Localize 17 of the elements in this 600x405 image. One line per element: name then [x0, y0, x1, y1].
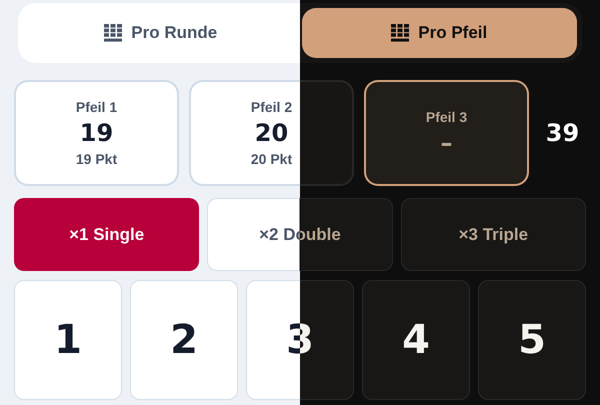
dart-label: Pfeil 1: [76, 99, 118, 115]
number-key[interactable]: 2: [130, 280, 238, 400]
number-key[interactable]: 1: [14, 280, 122, 400]
grid-icon: [391, 24, 410, 42]
number-key[interactable]: 4: [362, 280, 470, 400]
dart-points: 19 Pkt: [76, 151, 118, 167]
dart-points: 20 Pkt: [250, 151, 292, 167]
multiplier-button[interactable]: ×3 Triple: [400, 198, 586, 271]
tab[interactable]: Pro Pfeil: [302, 8, 577, 58]
dart-label: Pfeil 3: [426, 109, 468, 125]
dart-card[interactable]: Pfeil 3 –: [364, 80, 529, 186]
number-key[interactable]: 5: [478, 280, 586, 400]
dart-card[interactable]: Pfeil 2 20 20 Pkt: [189, 80, 354, 186]
dart-card[interactable]: Pfeil 1 19 19 Pkt: [14, 80, 179, 186]
dart-label: Pfeil 2: [250, 99, 292, 115]
grid-icon: [104, 24, 122, 42]
multiplier-button[interactable]: ×1 Single: [14, 198, 200, 271]
